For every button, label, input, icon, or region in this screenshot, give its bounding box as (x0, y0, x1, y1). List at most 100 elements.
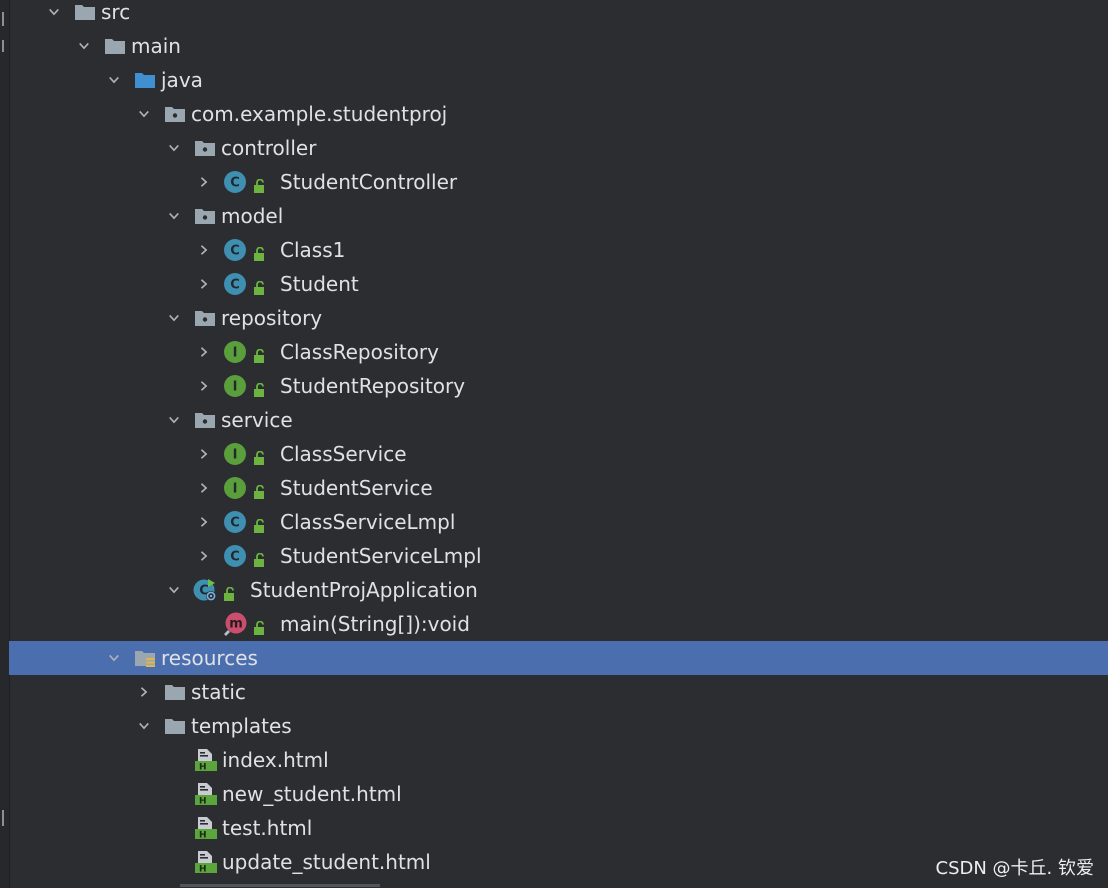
tree-row-studentcontroller[interactable]: C StudentController (9, 165, 1108, 199)
tree-row-java[interactable]: java (9, 63, 1108, 97)
chevron-down-icon[interactable] (138, 720, 150, 732)
public-access-icon (223, 582, 237, 601)
tree-row-templates[interactable]: templates (9, 709, 1108, 743)
method-icon: m (223, 612, 247, 636)
package-icon (193, 306, 217, 330)
tree-row-test-html[interactable]: H test.html (9, 811, 1108, 845)
class-icon: C (223, 544, 247, 568)
tree-row-index-html[interactable]: H index.html (9, 743, 1108, 777)
svg-text:m: m (229, 617, 243, 632)
chevron-down-icon[interactable] (108, 74, 120, 86)
svg-text:I: I (233, 482, 238, 497)
svg-text:H: H (199, 763, 207, 773)
svg-text:C: C (230, 244, 240, 259)
tree-row-repository[interactable]: repository (9, 301, 1108, 335)
html-file-icon: H (193, 748, 217, 773)
resources-folder-icon (133, 646, 157, 670)
tree-node-label: java (161, 68, 203, 92)
tree-node-label: StudentServiceLmpl (280, 544, 482, 568)
chevron-right-icon[interactable] (198, 482, 210, 494)
tree-row-com-example-studentproj[interactable]: com.example.studentproj (9, 97, 1108, 131)
public-access-icon (253, 514, 267, 533)
folder-icon (103, 34, 127, 58)
class-icon: C (223, 238, 247, 262)
tree-node-label: StudentService (280, 476, 433, 500)
project-tree[interactable]: src main java com.example.studentproj co… (9, 0, 1108, 888)
chevron-down-icon[interactable] (78, 40, 90, 52)
class-icon: C (223, 510, 247, 534)
svg-text:C: C (230, 278, 240, 293)
tree-row-student[interactable]: C Student (9, 267, 1108, 301)
svg-text:C: C (230, 176, 240, 191)
chevron-right-icon[interactable] (198, 516, 210, 528)
tree-row-src[interactable]: src (9, 0, 1108, 29)
gutter-mark (2, 40, 4, 52)
tree-node-label: ClassServiceLmpl (280, 510, 456, 534)
tree-row-main-string-void[interactable]: m main(String[]):void (9, 607, 1108, 641)
tree-row-studentservice[interactable]: I StudentService (9, 471, 1108, 505)
package-icon (193, 408, 217, 432)
svg-text:I: I (233, 380, 238, 395)
interface-icon: I (223, 374, 247, 398)
chevron-down-icon[interactable] (48, 6, 60, 18)
package-icon (193, 136, 217, 160)
svg-text:H: H (199, 797, 207, 807)
gutter-mark (2, 12, 4, 26)
public-access-icon (253, 616, 267, 635)
tree-node-label: StudentProjApplication (250, 578, 478, 602)
tree-row-controller[interactable]: controller (9, 131, 1108, 165)
chevron-down-icon[interactable] (108, 652, 120, 664)
tree-row-classservicelmpl[interactable]: C ClassServiceLmpl (9, 505, 1108, 539)
chevron-right-icon[interactable] (198, 176, 210, 188)
chevron-down-icon[interactable] (168, 584, 180, 596)
interface-icon: I (223, 340, 247, 364)
chevron-right-icon[interactable] (138, 686, 150, 698)
tree-row-studentprojapplication[interactable]: C StudentProjApplication (9, 573, 1108, 607)
tree-row-model[interactable]: model (9, 199, 1108, 233)
public-access-icon (253, 548, 267, 567)
chevron-right-icon[interactable] (198, 380, 210, 392)
tree-node-label: com.example.studentproj (191, 102, 448, 126)
tree-row-class1[interactable]: C Class1 (9, 233, 1108, 267)
tree-row-main[interactable]: main (9, 29, 1108, 63)
chevron-down-icon[interactable] (168, 142, 180, 154)
chevron-down-icon[interactable] (138, 108, 150, 120)
chevron-right-icon[interactable] (198, 346, 210, 358)
tree-node-label: main (131, 34, 181, 58)
tree-row-new-student-html[interactable]: H new_student.html (9, 777, 1108, 811)
tree-node-label: StudentRepository (280, 374, 466, 398)
svg-text:C: C (230, 516, 240, 531)
html-file-icon: H (193, 782, 217, 807)
chevron-down-icon[interactable] (168, 414, 180, 426)
svg-text:H: H (199, 865, 207, 875)
tree-node-label: main(String[]):void (280, 612, 470, 636)
tree-row-resources[interactable]: resources (9, 641, 1108, 675)
chevron-right-icon[interactable] (198, 448, 210, 460)
svg-text:I: I (233, 448, 238, 463)
svg-text:I: I (233, 346, 238, 361)
tree-node-label: resources (161, 646, 258, 670)
chevron-down-icon[interactable] (168, 210, 180, 222)
package-icon (193, 204, 217, 228)
tree-row-studentrepository[interactable]: I StudentRepository (9, 369, 1108, 403)
tree-row-service[interactable]: service (9, 403, 1108, 437)
watermark: CSDN @卡丘. 钦爱 (935, 858, 1094, 879)
chevron-right-icon[interactable] (198, 244, 210, 256)
partially-visible-row (180, 874, 420, 888)
tree-row-static[interactable]: static (9, 675, 1108, 709)
public-access-icon (253, 378, 267, 397)
tree-node-label: templates (191, 714, 292, 738)
tree-row-classrepository[interactable]: I ClassRepository (9, 335, 1108, 369)
chevron-down-icon[interactable] (168, 312, 180, 324)
tree-row-studentservicelmpl[interactable]: C StudentServiceLmpl (9, 539, 1108, 573)
tree-node-label: Class1 (280, 238, 346, 262)
html-file-icon: H (193, 816, 217, 841)
folder-icon (163, 680, 187, 704)
folder-icon (163, 714, 187, 738)
interface-icon: I (223, 442, 247, 466)
svg-text:H: H (199, 831, 207, 841)
chevron-right-icon[interactable] (198, 278, 210, 290)
spring-boot-app-icon: C (193, 578, 217, 602)
tree-row-classservice[interactable]: I ClassService (9, 437, 1108, 471)
chevron-right-icon[interactable] (198, 550, 210, 562)
